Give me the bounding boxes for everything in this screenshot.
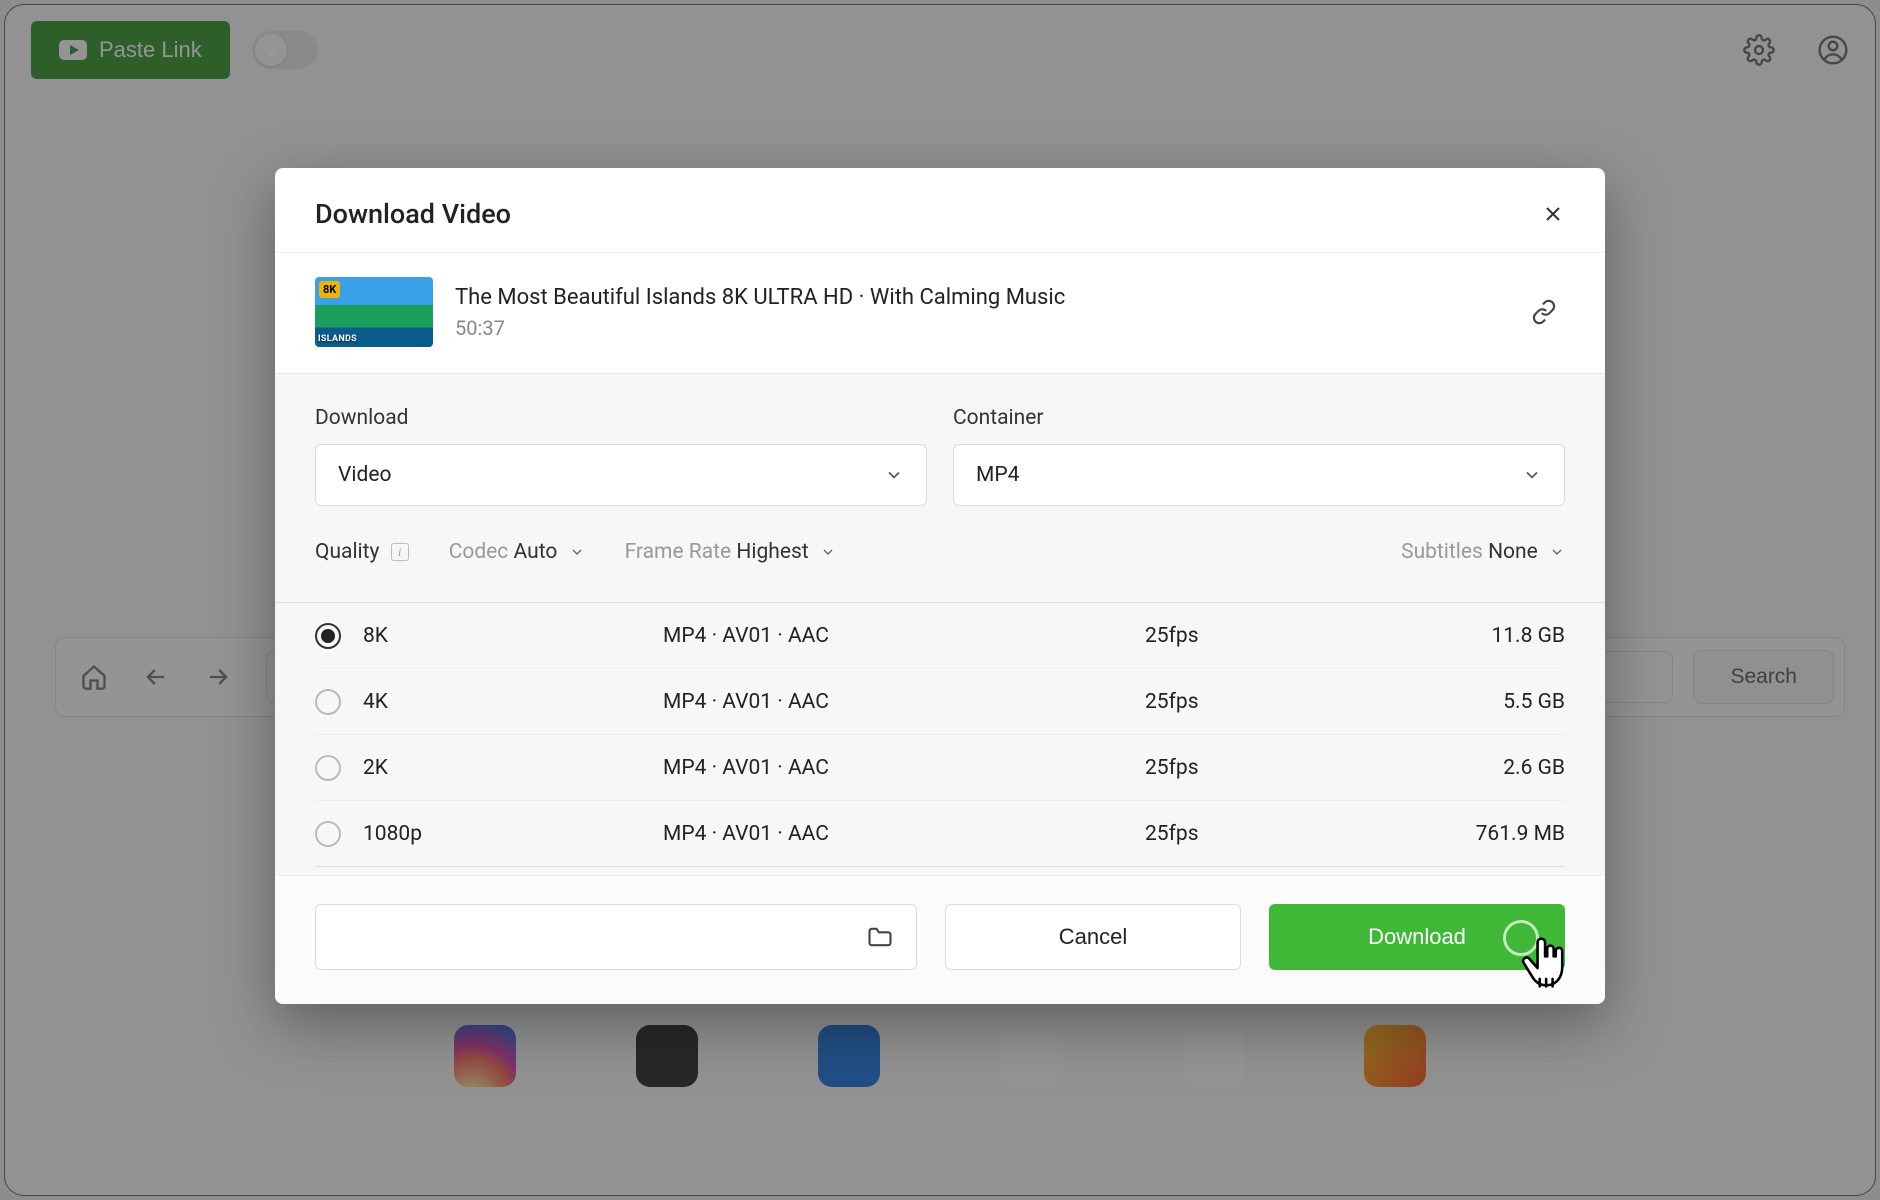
quality-size: 761.9 MB xyxy=(1345,822,1565,846)
download-video-modal: Download Video 8K ISLANDS The Most Beaut… xyxy=(275,168,1605,1004)
framerate-filter[interactable]: Frame Rate Highest xyxy=(625,540,836,564)
quality-list: 8K MP4 · AV01 · AAC 25fps 11.8 GB 4K MP4… xyxy=(275,603,1605,875)
quality-name: 4K xyxy=(363,690,663,714)
download-button-label: Download xyxy=(1368,924,1466,949)
quality-name: 1080p xyxy=(363,822,663,846)
quality-codec: MP4 · AV01 · AAC xyxy=(663,756,1145,780)
subtitles-label: Subtitles xyxy=(1401,540,1483,564)
download-type-select[interactable]: Video xyxy=(315,444,927,506)
quality-row[interactable]: 8K MP4 · AV01 · AAC 25fps 11.8 GB xyxy=(315,603,1565,669)
quality-fps: 25fps xyxy=(1145,624,1345,648)
info-icon[interactable]: i xyxy=(391,543,409,561)
quality-size: 5.5 GB xyxy=(1345,690,1565,714)
quality-name: 8K xyxy=(363,624,663,648)
codec-filter[interactable]: Codec Auto xyxy=(449,540,585,564)
chevron-down-icon xyxy=(1549,544,1565,560)
thumbnail-caption: ISLANDS xyxy=(318,334,357,344)
quality-size: 2.6 GB xyxy=(1345,756,1565,780)
radio-icon[interactable] xyxy=(315,821,341,847)
lightbulb-icon xyxy=(263,42,279,58)
chevron-down-icon xyxy=(569,544,585,560)
quality-row[interactable]: 4K MP4 · AV01 · AAC 25fps 5.5 GB xyxy=(315,669,1565,735)
video-info-row: 8K ISLANDS The Most Beautiful Islands 8K… xyxy=(275,253,1605,374)
quality-row[interactable]: 1080p MP4 · AV01 · AAC 25fps 761.9 MB xyxy=(315,801,1565,867)
codec-label: Codec xyxy=(449,540,509,564)
quality-codec: MP4 · AV01 · AAC xyxy=(663,690,1145,714)
quality-fps: 25fps xyxy=(1145,690,1345,714)
quality-filter[interactable]: Quality i xyxy=(315,540,409,564)
video-info: The Most Beautiful Islands 8K ULTRA HD ·… xyxy=(455,285,1509,340)
quality-label: Quality xyxy=(315,540,379,564)
quality-name: 2K xyxy=(363,756,663,780)
options-area: Download Video Container MP4 Qualit xyxy=(275,374,1605,603)
container-group: Container MP4 xyxy=(953,406,1565,506)
subtitles-value: None xyxy=(1488,540,1538,564)
download-button[interactable]: Download xyxy=(1269,904,1565,970)
quality-size: 11.8 GB xyxy=(1345,624,1565,648)
chevron-down-icon xyxy=(820,544,836,560)
cancel-button[interactable]: Cancel xyxy=(945,904,1241,970)
folder-icon xyxy=(866,923,894,951)
video-title: The Most Beautiful Islands 8K ULTRA HD ·… xyxy=(455,285,1509,310)
chevron-down-icon xyxy=(1522,465,1542,485)
video-thumbnail: 8K ISLANDS xyxy=(315,277,433,347)
copy-link-icon[interactable] xyxy=(1531,299,1557,325)
modal-overlay: Download Video 8K ISLANDS The Most Beaut… xyxy=(0,0,1880,1200)
download-type-value: Video xyxy=(338,463,391,487)
subtitles-filter[interactable]: Subtitles None xyxy=(1401,540,1565,564)
container-select[interactable]: MP4 xyxy=(953,444,1565,506)
download-type-group: Download Video xyxy=(315,406,927,506)
container-label: Container xyxy=(953,406,1565,430)
quality-codec: MP4 · AV01 · AAC xyxy=(663,624,1145,648)
modal-footer: Cancel Download xyxy=(275,875,1605,1004)
filter-row: Quality i Codec Auto Frame Rate Highest … xyxy=(315,540,1565,592)
modal-title: Download Video xyxy=(315,198,511,230)
quality-fps: 25fps xyxy=(1145,756,1345,780)
download-type-label: Download xyxy=(315,406,927,430)
quality-row[interactable]: 2K MP4 · AV01 · AAC 25fps 2.6 GB xyxy=(315,735,1565,801)
select-row: Download Video Container MP4 xyxy=(315,406,1565,506)
radio-selected-icon[interactable] xyxy=(315,623,341,649)
video-duration: 50:37 xyxy=(455,316,1509,340)
container-value: MP4 xyxy=(976,463,1019,487)
close-icon[interactable] xyxy=(1541,202,1565,226)
modal-header: Download Video xyxy=(275,168,1605,253)
radio-icon[interactable] xyxy=(315,689,341,715)
quality-fps: 25fps xyxy=(1145,822,1345,846)
chevron-down-icon xyxy=(884,465,904,485)
quality-codec: MP4 · AV01 · AAC xyxy=(663,822,1145,846)
framerate-label: Frame Rate xyxy=(625,540,732,564)
codec-value: Auto xyxy=(514,540,558,564)
framerate-value: Highest xyxy=(736,540,808,564)
thumbnail-badge: 8K xyxy=(319,281,340,298)
cursor-hand-icon xyxy=(1517,936,1571,996)
destination-folder-box[interactable] xyxy=(315,904,917,970)
radio-icon[interactable] xyxy=(315,755,341,781)
